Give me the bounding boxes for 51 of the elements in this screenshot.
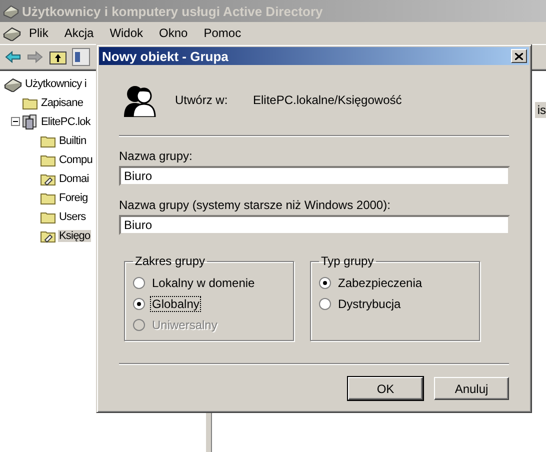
tree-item[interactable]: ElitePC.lok xyxy=(40,116,92,128)
app-menu-icon xyxy=(3,25,21,41)
menu-item[interactable]: Akcja xyxy=(56,24,102,42)
menu-item[interactable]: Plik xyxy=(21,24,56,42)
radio-button[interactable] xyxy=(319,298,331,310)
folder-icon xyxy=(40,228,56,242)
folder-icon xyxy=(40,172,56,186)
dialog-title: Nowy obiekt - Grupa xyxy=(102,48,228,64)
tree-item[interactable]: Księgo xyxy=(58,230,92,242)
tree-item[interactable]: Domai xyxy=(58,172,90,184)
container-path: ElitePC.lokalne/Księgowość xyxy=(253,93,402,107)
folder-icon xyxy=(40,152,56,166)
servers-icon xyxy=(22,114,38,130)
radio-label[interactable]: Lokalny w domenie xyxy=(150,274,257,290)
field-label: Utwórz w: xyxy=(175,93,229,107)
field-label: Nazwa grupy: xyxy=(119,149,194,163)
menu-item[interactable]: Okno xyxy=(151,24,196,42)
radio-button[interactable] xyxy=(319,276,331,288)
forward-arrow-icon xyxy=(26,49,44,65)
folder-icon xyxy=(40,210,56,224)
input-field[interactable]: Biuro xyxy=(119,166,510,186)
menu-item[interactable]: Widok xyxy=(102,24,152,42)
back-arrow-icon xyxy=(4,49,22,65)
column-header[interactable]: is xyxy=(535,102,546,118)
tree-toggle-icon xyxy=(72,48,90,66)
close-button[interactable] xyxy=(511,49,527,63)
group-title: Typ grupy xyxy=(320,254,375,268)
people-icon xyxy=(121,83,157,117)
radio-label[interactable]: Globalny xyxy=(150,296,202,312)
tree-item[interactable]: Users xyxy=(58,210,87,222)
folder-icon xyxy=(40,190,56,204)
app-icon xyxy=(3,3,19,19)
menu-item[interactable]: Pomoc xyxy=(196,24,250,42)
radio-label[interactable]: Zabezpieczenia xyxy=(336,274,424,290)
dialog-button[interactable]: Anuluj xyxy=(434,377,509,400)
tree-item[interactable]: Zapisane xyxy=(40,96,84,108)
dialog-button[interactable]: OK xyxy=(348,377,423,400)
tree-item[interactable]: Builtin xyxy=(58,134,88,146)
tree-item[interactable]: Foreig xyxy=(58,192,89,204)
close-icon xyxy=(515,52,523,60)
radio-button[interactable] xyxy=(133,276,145,288)
radio-label[interactable]: Dystrybucja xyxy=(336,296,403,312)
collapse-icon[interactable] xyxy=(11,117,20,126)
input-field[interactable]: Biuro xyxy=(119,215,510,235)
tree-item[interactable]: Compu xyxy=(58,154,94,166)
folder-icon xyxy=(22,96,38,110)
tree-item[interactable]: Użytkownicy i xyxy=(24,78,88,90)
group-title: Zakres grupy xyxy=(134,254,206,268)
field-label: Nazwa grupy (systemy starsze niż Windows 2000): xyxy=(119,198,392,212)
radio-button[interactable] xyxy=(133,298,145,310)
folder-icon xyxy=(40,134,56,148)
